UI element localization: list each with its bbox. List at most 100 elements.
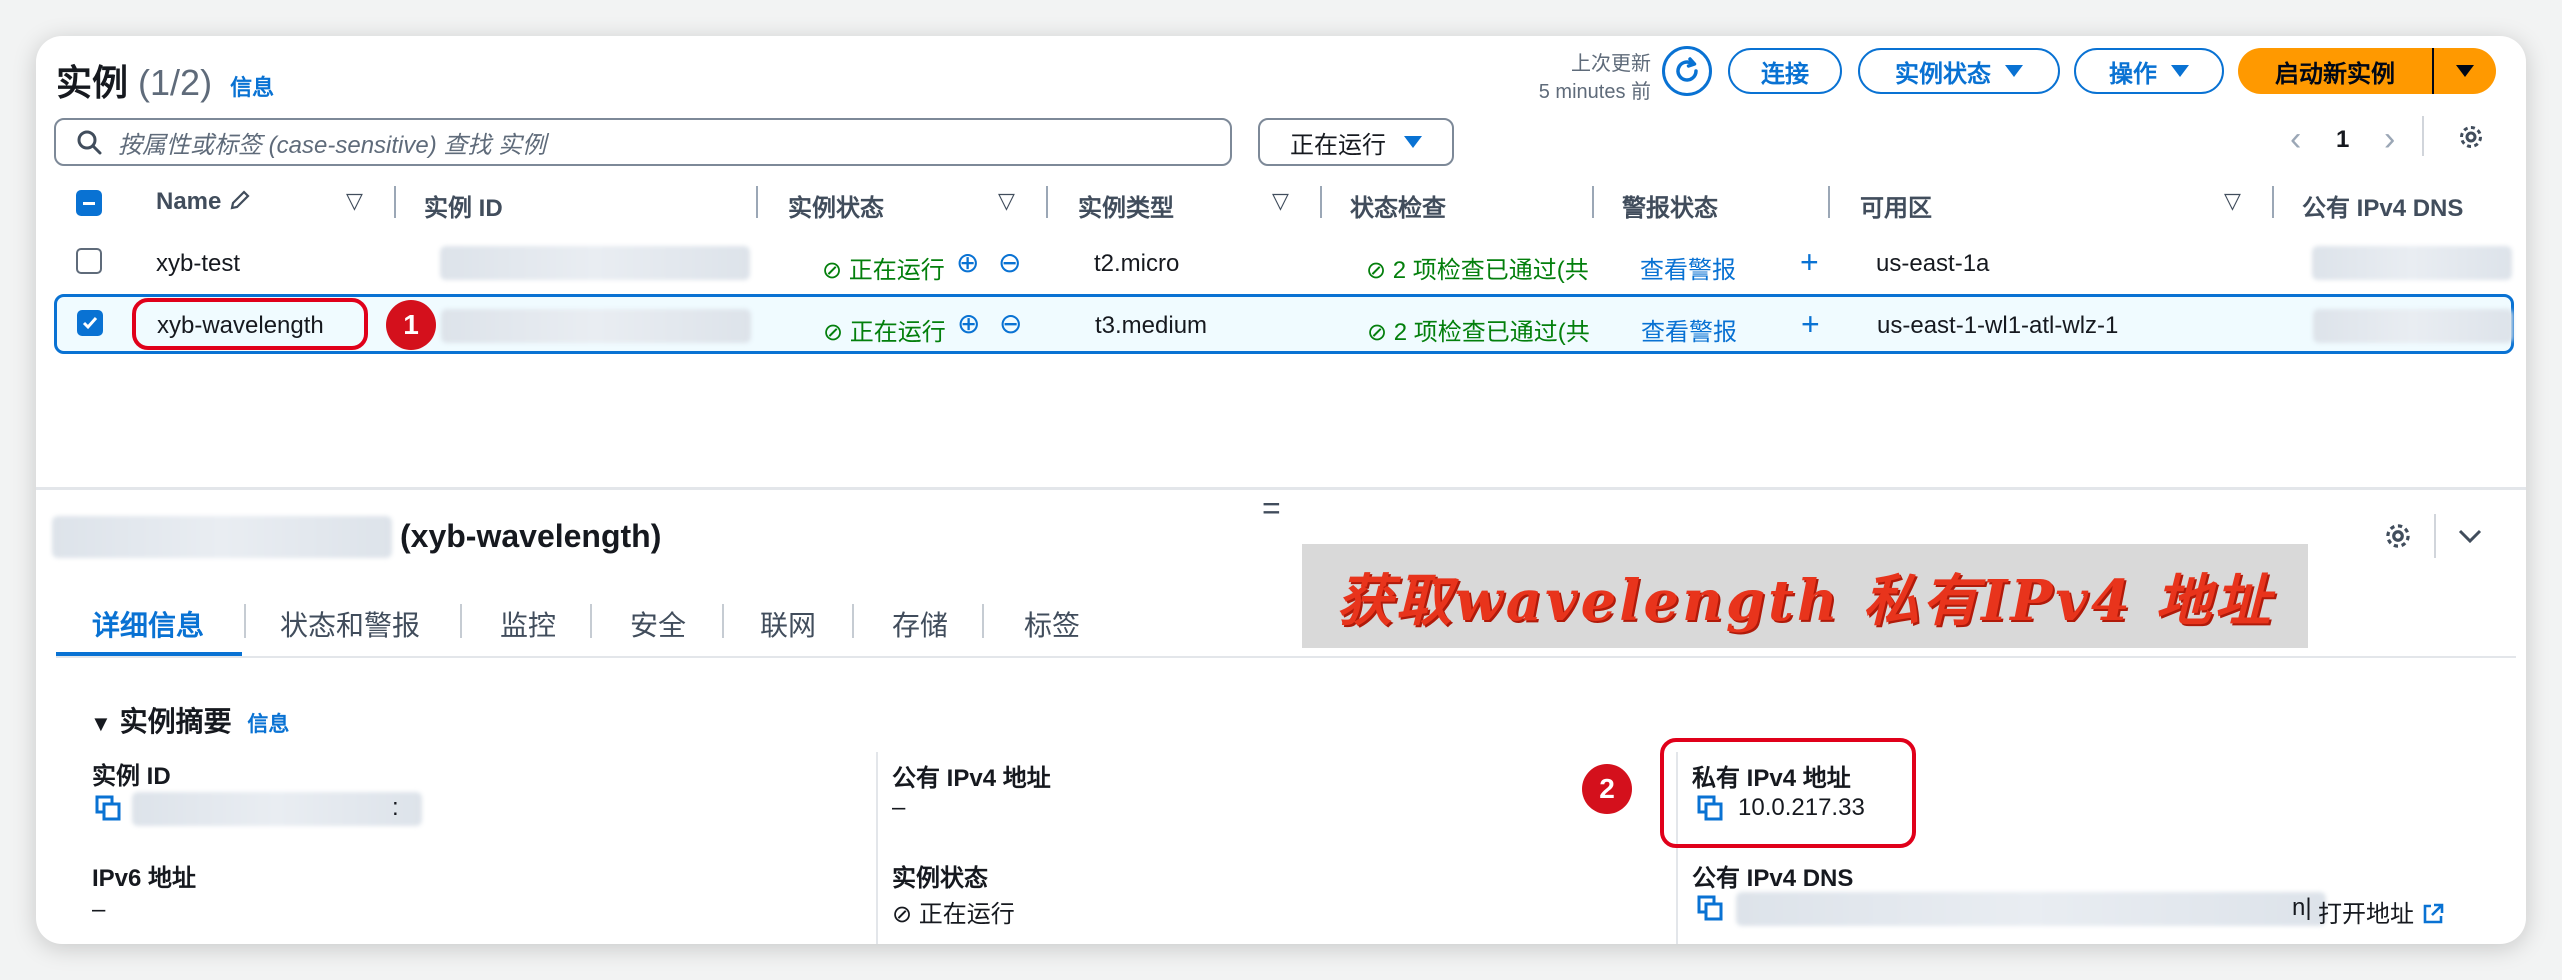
split-panel-divider[interactable]	[36, 487, 2526, 490]
copy-icon[interactable]	[94, 794, 124, 824]
instance-count: (1/2)	[138, 62, 213, 103]
instance-state: ⊘ 正在运行	[823, 319, 946, 346]
tab-networking[interactable]: 联网	[760, 604, 816, 644]
status-check: ⊘ 2 项检查已通过(共	[1367, 319, 1590, 346]
check-circle-icon: ⊘	[1366, 257, 1387, 284]
column-separator	[1592, 186, 1594, 218]
tab-separator	[590, 604, 592, 638]
tab-security[interactable]: 安全	[630, 604, 686, 644]
copy-icon[interactable]	[1696, 894, 1726, 924]
tab-details[interactable]: 详细信息	[92, 604, 204, 644]
view-alarms-link[interactable]: 查看警报	[1640, 250, 1736, 285]
column-separator	[2272, 186, 2274, 218]
tab-separator	[852, 604, 854, 638]
prev-page-icon[interactable]: ‹	[2290, 120, 2301, 159]
redacted-public-dns	[2312, 246, 2512, 280]
instance-id-label: 实例 ID	[92, 763, 171, 790]
resize-handle-icon[interactable]: =	[1262, 490, 1281, 527]
tab-status-alarms[interactable]: 状态和警报	[280, 604, 420, 644]
edit-pencil-icon	[230, 190, 250, 210]
column-header-instance-type[interactable]: 实例类型	[1078, 188, 1174, 223]
page-title: 实例 (1/2) 信息	[56, 62, 275, 103]
row-checkbox[interactable]	[76, 248, 102, 274]
column-header-instance-id[interactable]: 实例 ID	[424, 188, 503, 223]
availability-zone: us-east-1a	[1876, 250, 1990, 277]
tab-separator	[722, 604, 724, 638]
column-header-alarm-status[interactable]: 警报状态	[1622, 188, 1718, 223]
actions-dropdown[interactable]: 操作	[2074, 48, 2224, 94]
refresh-button[interactable]	[1662, 46, 1712, 96]
table-row[interactable]: xyb-test ⊘ 正在运行 ⊕ ⊖ t2.micro ⊘ 2 项检查已通过(…	[54, 236, 2514, 290]
tab-tags[interactable]: 标签	[1024, 604, 1080, 644]
pagination-divider	[2422, 116, 2424, 156]
search-placeholder: 按属性或标签 (case-sensitive) 查找 实例	[118, 131, 547, 159]
instance-type: t3.medium	[1095, 312, 1208, 339]
sort-icon[interactable]: ▽	[346, 188, 363, 214]
view-alarms-link[interactable]: 查看警报	[1641, 312, 1737, 347]
info-link[interactable]: 信息	[247, 713, 289, 736]
redacted-instance-id-title	[52, 516, 392, 558]
column-header-public-dns[interactable]: 公有 IPv4 DNS	[2302, 188, 2463, 223]
open-address-link[interactable]: 打开地址	[2318, 894, 2445, 929]
filter-icon[interactable]: ▽	[2224, 188, 2241, 214]
add-alarm-icon[interactable]: +	[1800, 244, 1819, 281]
column-header-availability-zone[interactable]: 可用区	[1860, 188, 1932, 223]
step-marker-2: 2	[1582, 764, 1632, 814]
summary-toggle[interactable]: ▼ 实例摘要 信息	[90, 700, 289, 740]
row-checkbox-checked[interactable]	[77, 310, 103, 336]
step-marker-1: 1	[386, 300, 436, 350]
settings-gear-icon[interactable]	[2456, 122, 2486, 152]
chevron-down-icon[interactable]	[2456, 524, 2484, 548]
instance-state-dropdown[interactable]: 实例状态	[1858, 48, 2060, 94]
redacted-instance-id-value	[132, 792, 422, 826]
search-input[interactable]: 按属性或标签 (case-sensitive) 查找 实例	[54, 118, 1232, 166]
column-header-instance-state[interactable]: 实例状态	[788, 188, 884, 223]
instance-id-suffix: :	[392, 794, 399, 821]
launch-dropdown-button[interactable]	[2434, 48, 2496, 94]
availability-zone: us-east-1-wl1-atl-wlz-1	[1877, 312, 2119, 339]
add-alarm-icon[interactable]: +	[1801, 306, 1820, 343]
next-page-icon[interactable]: ›	[2384, 120, 2395, 159]
info-link[interactable]: 信息	[230, 75, 274, 100]
launch-instance-button[interactable]: 启动新实例	[2238, 48, 2434, 94]
instance-state-value: ⊘ 正在运行	[892, 901, 1015, 928]
zoom-out-icon[interactable]: ⊖	[998, 246, 1021, 279]
caret-down-icon	[2171, 65, 2189, 77]
caret-down-icon	[2456, 65, 2474, 77]
column-header-status-check[interactable]: 状态检查	[1350, 188, 1446, 223]
page-number[interactable]: 1	[2336, 126, 2349, 154]
tab-storage[interactable]: 存储	[892, 604, 948, 644]
connect-button[interactable]: 连接	[1728, 48, 1842, 94]
instance-name[interactable]: xyb-test	[156, 250, 240, 278]
public-ipv4-value: –	[892, 794, 906, 821]
checkmark-icon	[82, 317, 98, 330]
column-separator	[1046, 186, 1048, 218]
instance-state: ⊘ 正在运行	[822, 257, 945, 284]
zoom-in-icon[interactable]: ⊕	[957, 307, 980, 340]
highlight-box-instance-name	[132, 298, 368, 350]
state-filter[interactable]: 正在运行	[1258, 118, 1454, 166]
redacted-instance-id	[440, 246, 750, 280]
column-separator	[1320, 186, 1322, 218]
settings-gear-icon[interactable]	[2382, 520, 2414, 552]
column-header-name[interactable]: Name	[156, 188, 252, 216]
tab-monitoring[interactable]: 监控	[500, 604, 556, 644]
refresh-icon	[1676, 57, 1698, 82]
column-separator	[394, 186, 396, 218]
filter-icon[interactable]: ▽	[998, 188, 1015, 214]
check-circle-icon: ⊘	[1367, 319, 1388, 346]
status-check: ⊘ 2 项检查已通过(共	[1366, 257, 1589, 284]
caret-down-icon	[2005, 65, 2023, 77]
panel-header-divider	[2434, 514, 2436, 558]
check-circle-icon: ⊘	[822, 257, 843, 284]
zoom-out-icon[interactable]: ⊖	[999, 307, 1022, 340]
tab-separator	[982, 604, 984, 638]
instance-state-label: 实例状态	[892, 865, 988, 892]
check-circle-icon: ⊘	[892, 901, 913, 928]
zoom-in-icon[interactable]: ⊕	[956, 246, 979, 279]
filter-icon[interactable]: ▽	[1272, 188, 1289, 214]
select-all-checkbox[interactable]	[76, 190, 102, 216]
column-divider	[876, 752, 878, 944]
public-ipv4-label: 公有 IPv4 地址	[892, 765, 1051, 792]
tab-separator	[460, 604, 462, 638]
